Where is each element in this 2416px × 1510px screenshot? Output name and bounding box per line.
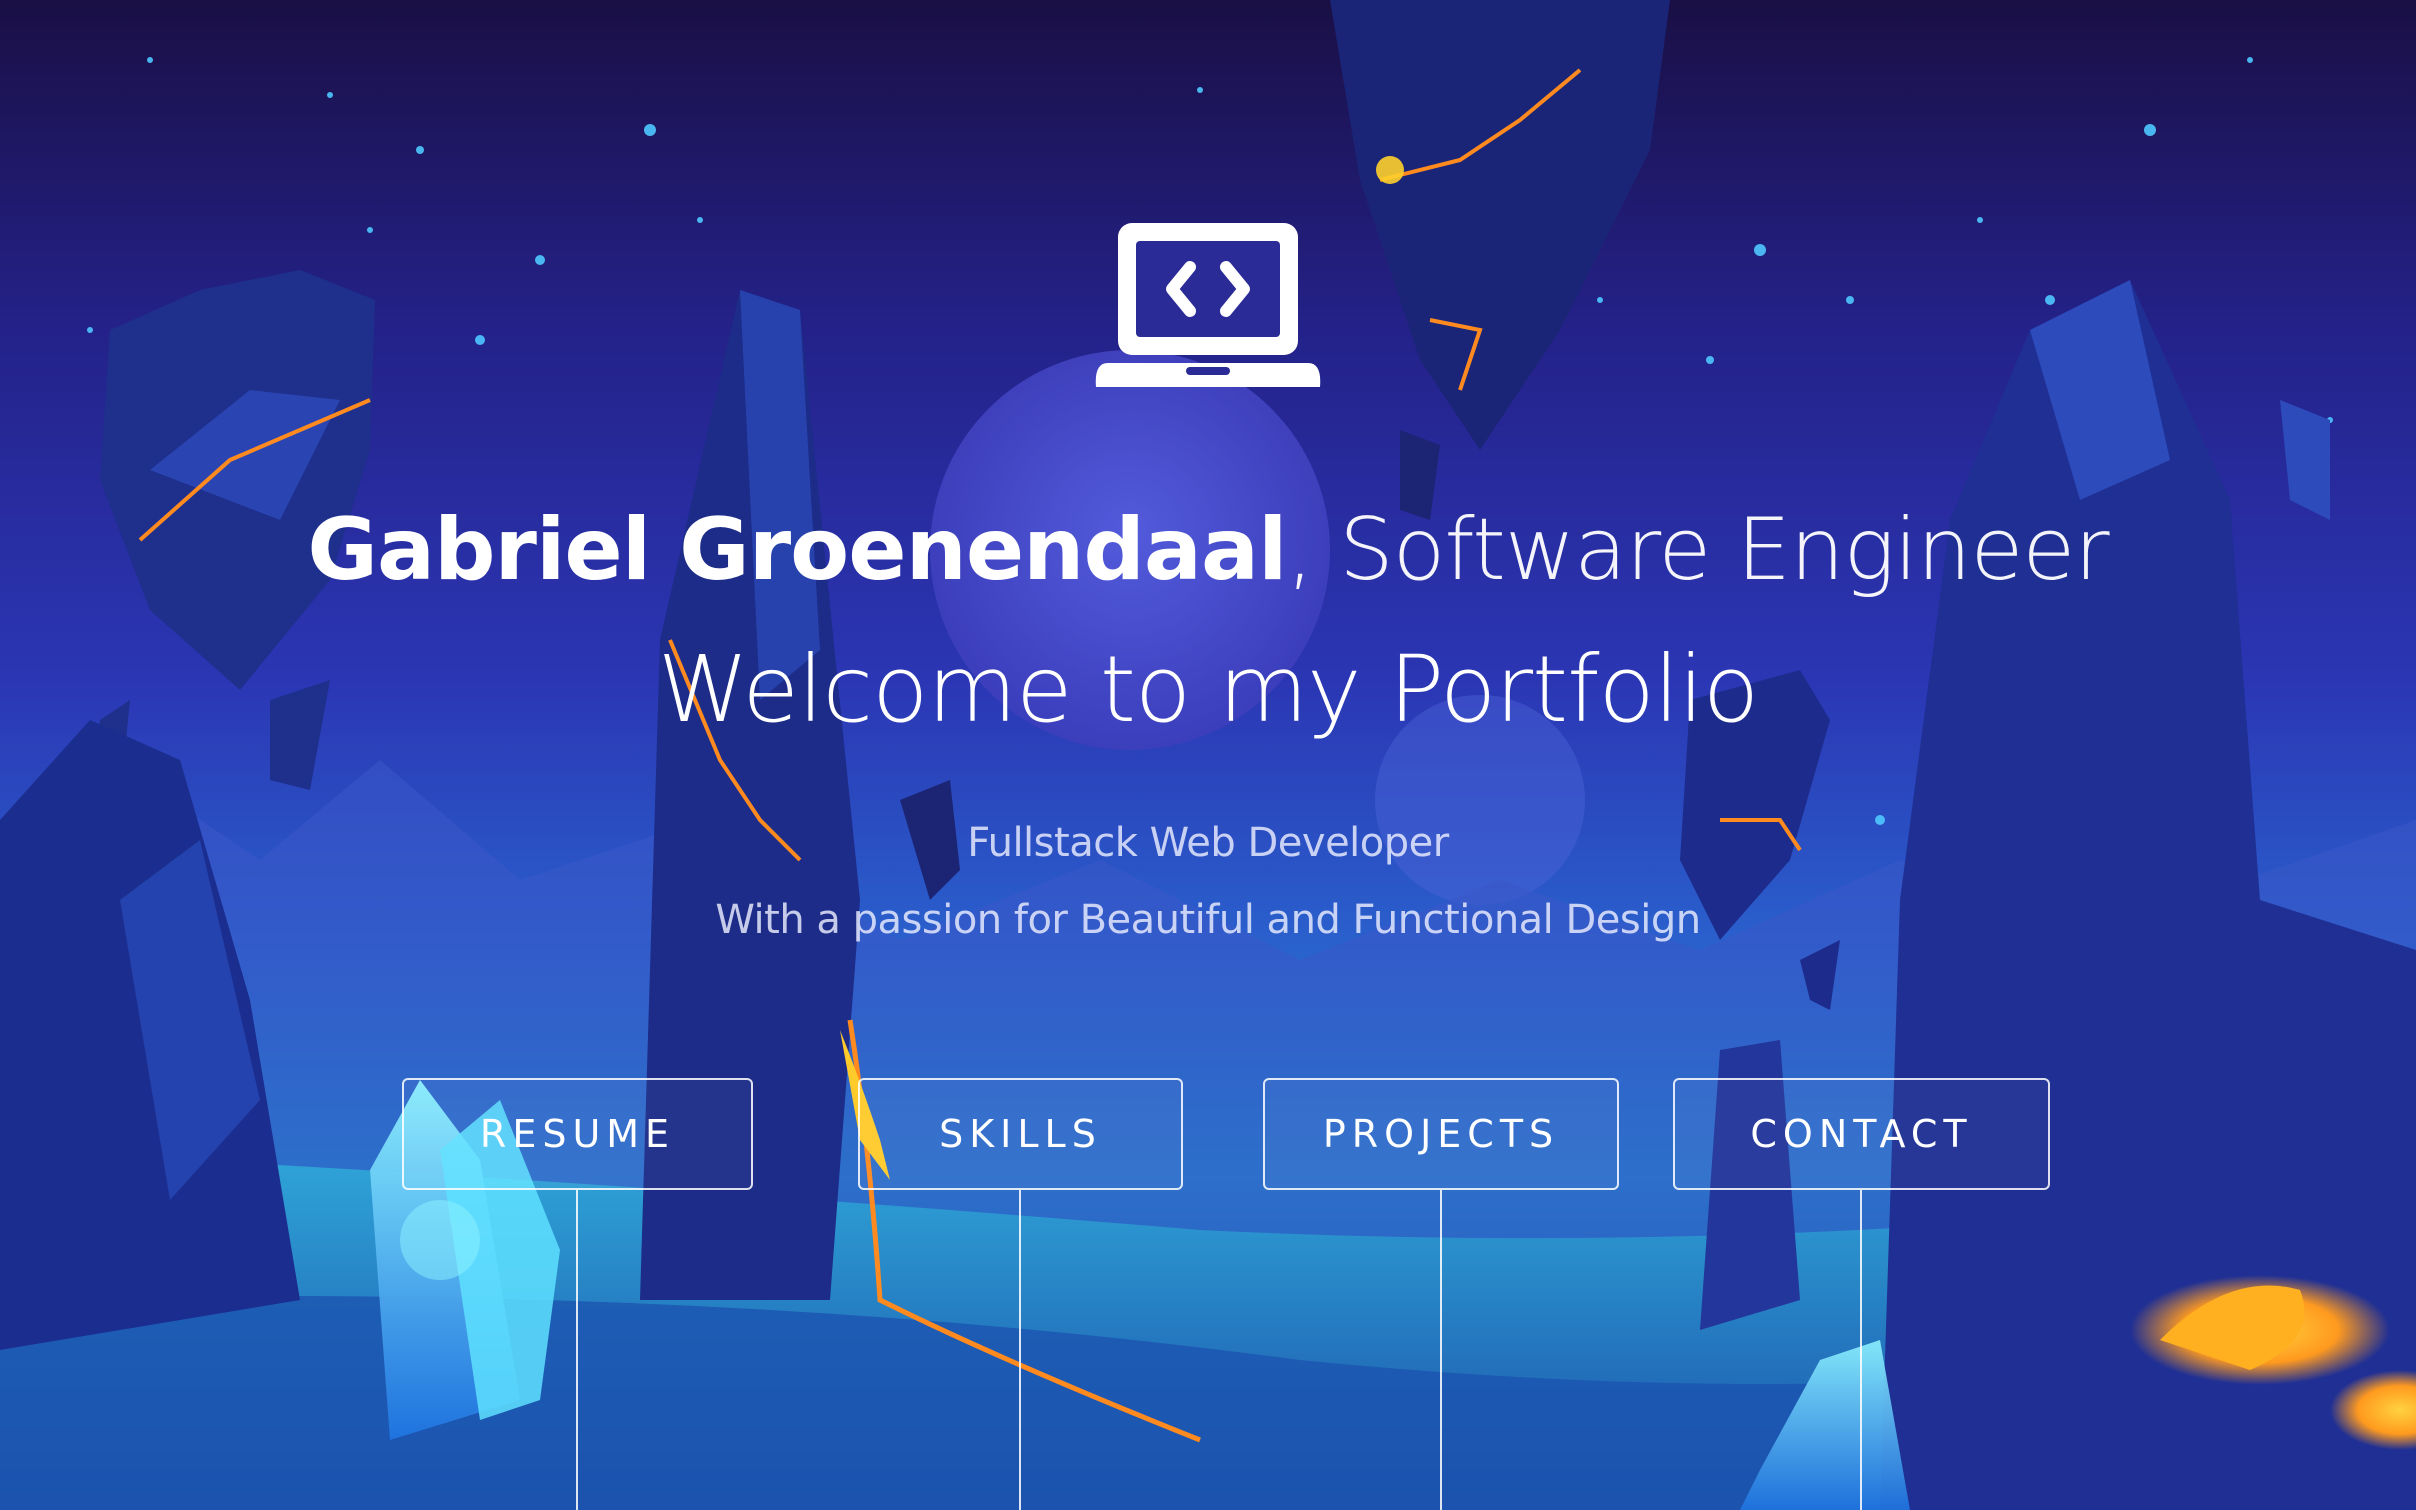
projects-connector-line bbox=[1440, 1190, 1442, 1510]
resume-button[interactable]: RESUME bbox=[402, 1078, 753, 1190]
contact-button[interactable]: CONTACT bbox=[1673, 1078, 2050, 1190]
projects-button[interactable]: PROJECTS bbox=[1263, 1078, 1619, 1190]
subtitle: Fullstack Web Developer bbox=[967, 820, 1449, 866]
contact-connector-line bbox=[1860, 1190, 1862, 1510]
laptop-code-icon bbox=[1095, 223, 1321, 387]
hero-name: Gabriel Groenendaal bbox=[307, 500, 1287, 600]
hero-section: Gabriel Groenendaal, Software Engineer W… bbox=[0, 0, 2416, 1510]
skills-button[interactable]: SKILLS bbox=[858, 1078, 1183, 1190]
tagline: With a passion for Beautiful and Functio… bbox=[715, 897, 1701, 943]
resume-connector-line bbox=[576, 1190, 578, 1510]
welcome-heading: Welcome to my Portfolio bbox=[657, 636, 1759, 743]
headline: Gabriel Groenendaal, Software Engineer bbox=[0, 495, 2416, 605]
hero-role: , Software Engineer bbox=[1286, 500, 2109, 600]
skills-connector-line bbox=[1019, 1190, 1021, 1510]
